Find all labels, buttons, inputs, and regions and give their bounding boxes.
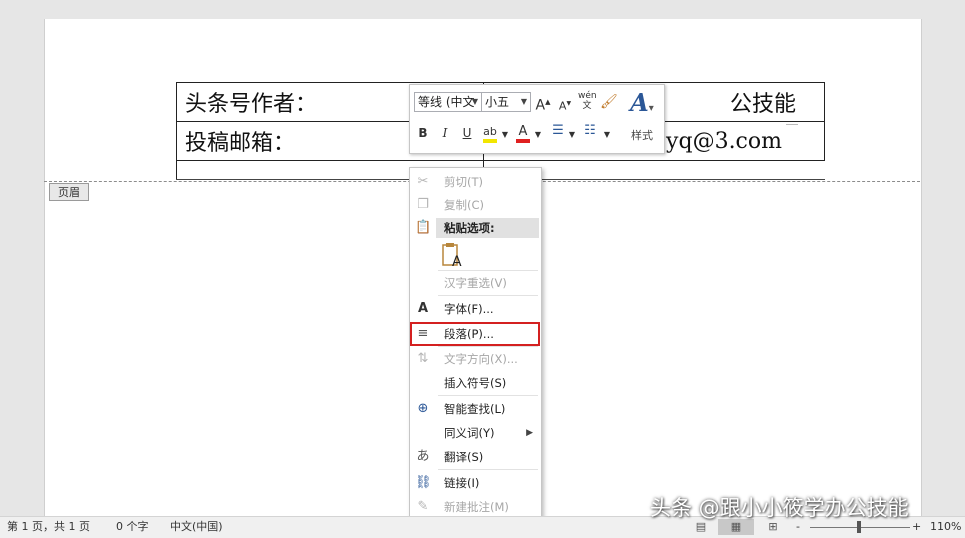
menu-item-label: 文字方向(X)... [444, 352, 518, 366]
menu-separator [438, 270, 538, 271]
menu-item-label: 智能查找(L) [444, 402, 506, 416]
chevron-down-icon[interactable]: ▼ [501, 127, 509, 143]
styles-icon: A▾ [630, 88, 654, 117]
copy-icon: ❐ [417, 197, 429, 212]
font-color-bar [516, 139, 530, 143]
menu-item-link[interactable]: ⛓ 链接(I) [410, 472, 541, 494]
menu-item-label: 同义词(Y) [444, 426, 495, 440]
zoom-level[interactable]: 110% [930, 517, 961, 537]
menu-item-copy[interactable]: ❐ 复制(C) [410, 194, 541, 216]
chevron-down-icon: ▼ [471, 97, 478, 106]
menu-separator [438, 469, 538, 470]
numbering-icon[interactable]: ☷ [581, 123, 599, 139]
font-name-combo[interactable]: 等线 (中文 ▼ [414, 92, 482, 112]
grow-font-button[interactable]: A▲ [535, 94, 551, 114]
underline-button[interactable]: U [461, 125, 473, 141]
menu-item-label: 插入符号(S) [444, 376, 507, 390]
svg-text:A: A [452, 254, 462, 268]
bullets-icon[interactable]: ☰ [549, 123, 567, 139]
mini-toolbar: 等线 (中文 ▼ 小五 ▼ A▲ A▼ wén 文 🖌 B I U ab ▼ A … [409, 84, 665, 154]
chevron-down-icon[interactable]: ▼ [603, 127, 611, 143]
format-painter-icon[interactable]: 🖌 [600, 94, 618, 110]
grow-font-icon: A [535, 97, 546, 114]
styles-label: 样式 [631, 129, 653, 142]
chevron-down-icon[interactable]: ▼ [568, 127, 576, 143]
chevron-down-icon[interactable]: ▼ [534, 127, 542, 143]
word-count[interactable]: 0 个字 [116, 517, 149, 537]
font-icon: A [417, 301, 429, 316]
menu-separator [438, 346, 538, 347]
header-tag: 页眉 [49, 183, 89, 201]
highlight-button[interactable]: ab [481, 123, 499, 143]
highlight-box-paragraph [410, 322, 540, 346]
highlight-color-bar [483, 139, 497, 143]
menu-item-label: 新建批注(M) [444, 500, 509, 514]
table-end-mark [786, 124, 798, 125]
table-cell-email-value-text: 2yq@3.com [652, 128, 782, 154]
font-size-value: 小五 [485, 95, 510, 109]
paste-icon: 📋 [415, 220, 432, 235]
menu-item-new-comment[interactable]: ✎ 新建批注(M) [410, 496, 541, 518]
menu-item-synonyms[interactable]: 同义词(Y) ▶ [410, 422, 541, 444]
font-color-icon: A [518, 124, 528, 139]
menu-item-label: 汉字重选(V) [444, 276, 507, 290]
comment-icon: ✎ [417, 499, 429, 514]
paste-keep-text-only-button[interactable]: A [442, 242, 464, 270]
italic-button[interactable]: I [439, 125, 451, 141]
menu-item-smart-lookup[interactable]: ⊕ 智能查找(L) [410, 398, 541, 420]
chevron-down-icon: ▼ [520, 97, 527, 106]
menu-item-label: 链接(I) [444, 476, 480, 490]
zoom-slider-thumb[interactable] [857, 521, 861, 533]
page-count[interactable]: 第 1 页，共 1 页 [7, 517, 90, 537]
menu-separator [438, 295, 538, 296]
menu-item-label: 字体(F)... [444, 302, 494, 316]
smart-lookup-icon: ⊕ [417, 401, 429, 416]
clipboard-text-icon: A [442, 243, 462, 270]
menu-item-translate[interactable]: あ 翻译(S) [410, 446, 541, 468]
submenu-arrow-icon: ▶ [526, 428, 533, 438]
menu-item-text-direction[interactable]: ⇅ 文字方向(X)... [410, 348, 541, 370]
menu-item-label: 翻译(S) [444, 450, 484, 464]
menu-item-reconvert[interactable]: 汉字重选(V) [410, 272, 541, 294]
menu-separator [438, 395, 538, 396]
highlighter-icon: ab [483, 125, 497, 138]
link-icon: ⛓ [415, 475, 432, 490]
phonetic-guide-button[interactable]: wén 文 [578, 91, 597, 111]
menu-item-insert-symbol[interactable]: 插入符号(S) [410, 372, 541, 394]
styles-button[interactable]: A▾ 样式 [623, 89, 661, 149]
menu-item-label: 复制(C) [444, 198, 485, 212]
font-name-value: 等线 (中文 [418, 95, 475, 109]
translate-icon: あ [416, 449, 430, 464]
watermark: 头条 @跟小小筱学办公技能 [650, 496, 909, 520]
menu-item-label: 剪切(T) [444, 175, 483, 189]
menu-item-font[interactable]: A 字体(F)... [410, 298, 541, 320]
table-cell-author-value-text: 公技能 [729, 92, 796, 117]
font-color-button[interactable]: A [515, 123, 531, 143]
font-size-combo[interactable]: 小五 ▼ [481, 92, 531, 112]
language-indicator[interactable]: 中文(中国) [170, 517, 223, 537]
phonetic-guide-icon: wén [578, 91, 597, 101]
menu-item-cut[interactable]: ✂ 剪切(T) [410, 171, 541, 193]
paste-options-header: 粘贴选项: [436, 218, 539, 238]
zoom-in-button[interactable]: + [912, 517, 921, 537]
shrink-font-button[interactable]: A▼ [558, 96, 572, 115]
text-direction-icon: ⇅ [417, 351, 429, 366]
scissors-icon: ✂ [417, 174, 429, 189]
bold-button[interactable]: B [417, 125, 429, 141]
